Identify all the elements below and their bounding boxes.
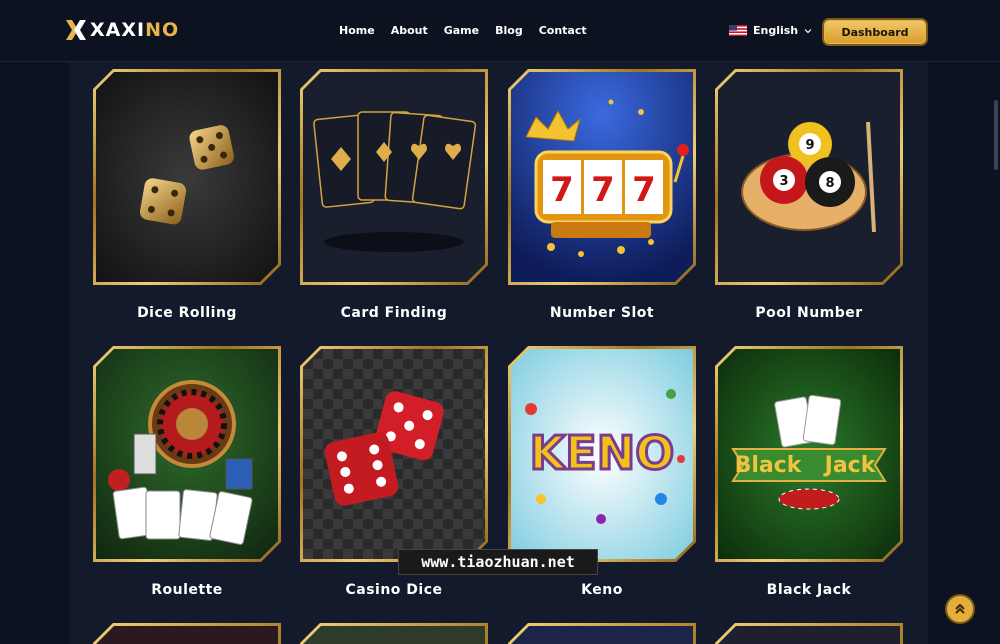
card-frame: [300, 346, 488, 562]
dashboard-button[interactable]: Dashboard: [822, 18, 928, 46]
game-card-peek[interactable]: [715, 623, 903, 644]
game-card-pool-number[interactable]: 9 3 8 Pool Number: [715, 69, 903, 321]
nav-blog[interactable]: Blog: [495, 24, 523, 37]
svg-text:7: 7: [591, 170, 615, 210]
number-slot-image: 7 7 7: [511, 72, 693, 282]
logo-x-icon: [66, 20, 86, 40]
roulette-image: [96, 349, 278, 559]
scrollbar-thumb[interactable]: [994, 100, 998, 170]
game-title[interactable]: Pool Number: [715, 305, 903, 321]
language-selector[interactable]: English: [729, 24, 812, 37]
game-card-dice-rolling[interactable]: Dice Rolling: [93, 69, 281, 321]
dice-rolling-image: [96, 72, 278, 282]
svg-text:Jack: Jack: [823, 453, 877, 478]
svg-text:7: 7: [550, 170, 574, 210]
card-frame: Black Jack: [715, 346, 903, 562]
game-title[interactable]: Card Finding: [300, 305, 488, 321]
card-frame: 7 7 7: [508, 69, 696, 285]
svg-text:KENO: KENO: [530, 426, 675, 480]
game-card-card-finding[interactable]: Card Finding: [300, 69, 488, 321]
svg-text:3: 3: [779, 174, 788, 189]
left-gutter: [0, 62, 70, 644]
game-title[interactable]: Casino Dice: [300, 582, 488, 598]
svg-text:Black: Black: [735, 453, 803, 478]
game-title[interactable]: Number Slot: [508, 305, 696, 321]
game-card-peek[interactable]: [93, 623, 281, 644]
svg-text:7: 7: [632, 170, 656, 210]
nav-about[interactable]: About: [391, 24, 428, 37]
pool-number-image: 9 3 8: [718, 72, 900, 282]
card-frame: [300, 69, 488, 285]
brand-logo[interactable]: XAXINO: [64, 18, 179, 42]
game-title[interactable]: Black Jack: [715, 582, 903, 598]
nav-game[interactable]: Game: [444, 24, 479, 37]
back-to-top-button[interactable]: [945, 594, 975, 624]
black-jack-image: Black Jack: [718, 349, 900, 559]
svg-text:8: 8: [825, 176, 834, 191]
chevron-down-icon: [804, 28, 812, 33]
brand-name: XAXINO: [90, 19, 180, 41]
keno-image: KENO: [511, 349, 693, 559]
nav-contact[interactable]: Contact: [539, 24, 587, 37]
card-frame: 9 3 8: [715, 69, 903, 285]
svg-text:9: 9: [805, 138, 814, 153]
watermark: www.tiaozhuan.net: [398, 549, 598, 575]
card-frame: [93, 346, 281, 562]
game-card-peek[interactable]: [300, 623, 488, 644]
game-card-black-jack[interactable]: Black Jack Black Jack: [715, 346, 903, 598]
game-card-number-slot[interactable]: 7 7 7 Number Slot: [508, 69, 696, 321]
casino-dice-image: [303, 349, 485, 559]
game-card-peek[interactable]: [508, 623, 696, 644]
us-flag-icon: [729, 25, 747, 36]
site-header: XAXINO Home About Game Blog Contact Engl…: [0, 0, 1000, 62]
nav-home[interactable]: Home: [339, 24, 375, 37]
language-label: English: [753, 24, 799, 37]
card-frame: [93, 69, 281, 285]
game-title[interactable]: Roulette: [93, 582, 281, 598]
game-title[interactable]: Dice Rolling: [93, 305, 281, 321]
game-title[interactable]: Keno: [508, 582, 696, 598]
card-finding-image: [303, 72, 485, 282]
chevrons-up-icon: [955, 603, 965, 614]
main-nav: Home About Game Blog Contact: [339, 24, 603, 37]
card-frame: KENO: [508, 346, 696, 562]
right-gutter: [928, 62, 1000, 644]
game-card-roulette[interactable]: Roulette: [93, 346, 281, 598]
